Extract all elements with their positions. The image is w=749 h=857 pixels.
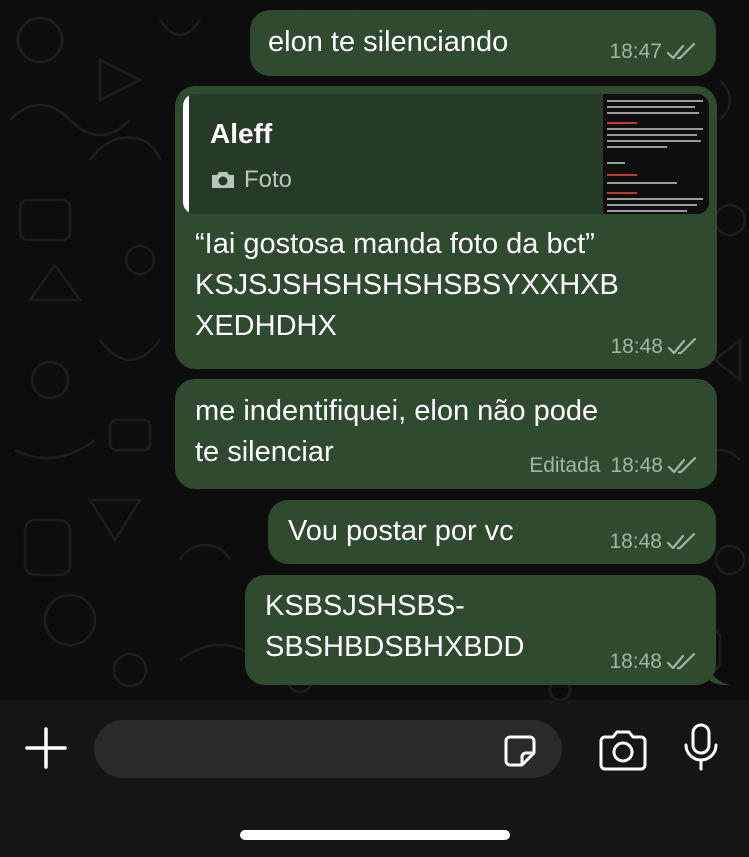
double-check-icon [666, 43, 696, 60]
double-check-icon [667, 338, 697, 355]
quote-media-label: Foto [244, 166, 293, 193]
message-text: “Iai gostosa manda foto da bct” KSJSJSHS… [195, 228, 619, 342]
message-text: KSBSJSHSBS- SBSHBDSBHXBDD [265, 590, 525, 663]
quote-accent-bar [183, 94, 189, 214]
message-meta: 18:47 [609, 40, 698, 64]
quoted-message[interactable]: Aleff Foto [183, 94, 709, 214]
message-time: 18:48 [609, 650, 662, 673]
double-check-icon [666, 653, 696, 670]
photo-thumbnail[interactable] [603, 94, 709, 214]
message-meta: 18:48 [609, 650, 698, 674]
quote-author: Aleff [210, 118, 273, 149]
message-bubble[interactable]: Vou postar por vc 18:48 [268, 500, 716, 564]
message-meta: 18:48 [610, 335, 699, 359]
message-bubble[interactable]: elon te silenciando 18:47 [250, 10, 716, 76]
message-meta: Editada 18:48 [529, 454, 699, 478]
message-text: Vou postar por vc [288, 515, 514, 547]
message-bubble[interactable]: me indentifiquei, elon não pode te silen… [175, 379, 717, 489]
message-time: 18:48 [609, 530, 662, 553]
message-bubble[interactable]: KSBSJSHSBS- SBSHBDSBHXBDD 18:48 [245, 575, 716, 685]
bubble-tail [710, 670, 730, 686]
camera-icon [212, 172, 234, 188]
home-indicator[interactable] [240, 830, 510, 840]
chat-area[interactable]: elon te silenciando 18:47 Aleff Foto “Ia… [0, 0, 749, 700]
quote-media-type: Foto [210, 166, 292, 194]
message-meta: 18:48 [609, 530, 698, 554]
message-input[interactable] [94, 720, 562, 778]
message-text: elon te silenciando [268, 26, 509, 58]
message-time: 18:47 [609, 40, 662, 63]
sticker-icon[interactable] [500, 731, 540, 771]
microphone-icon[interactable] [681, 722, 721, 772]
message-time: 18:48 [610, 454, 663, 477]
camera-icon[interactable] [597, 729, 649, 771]
plus-icon[interactable] [24, 726, 68, 770]
double-check-icon [667, 457, 697, 474]
edited-label: Editada [529, 454, 601, 477]
message-bubble[interactable]: Aleff Foto “Iai gostosa manda foto da bc… [175, 86, 717, 369]
double-check-icon [666, 533, 696, 550]
message-time: 18:48 [610, 335, 663, 358]
